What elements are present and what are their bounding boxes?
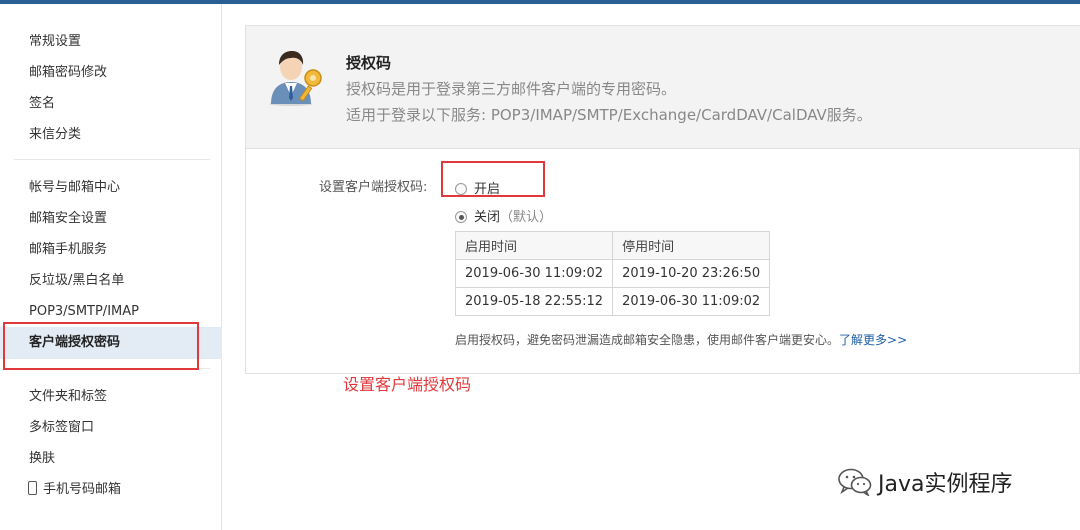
sidebar-item-account-center[interactable]: 帐号与邮箱中心 <box>0 172 222 203</box>
sidebar-item-label: 手机号码邮箱 <box>43 482 122 497</box>
column-disable-time: 停用时间 <box>612 231 771 260</box>
security-tip: 启用授权码，避免密码泄漏造成邮箱安全隐患，使用邮件客户端更安心。了解更多>> <box>455 331 907 348</box>
mobile-phone-icon <box>28 481 37 495</box>
security-tip-text: 启用授权码，避免密码泄漏造成邮箱安全隐患，使用邮件客户端更安心。 <box>455 333 840 347</box>
header-services-note: 适用于登录以下服务: POP3/IMAP/SMTP/Exchange/CardD… <box>346 106 872 124</box>
sidebar-item-mobile-service[interactable]: 邮箱手机服务 <box>0 234 222 265</box>
sidebar-item-mail-rules[interactable]: 来信分类 <box>0 119 222 150</box>
header-description: 授权码是用于登录第三方邮件客户端的专用密码。 <box>346 80 677 98</box>
default-note: （默认） <box>500 210 553 225</box>
settings-sidebar: 常规设置 邮箱密码修改 签名 来信分类 帐号与邮箱中心 邮箱安全设置 邮箱手机服… <box>0 4 222 530</box>
wechat-icon <box>838 468 872 496</box>
column-enable-time: 启用时间 <box>454 231 614 260</box>
disable-time-cell: 2019-06-30 11:09:02 <box>612 287 771 316</box>
user-key-icon <box>269 51 322 106</box>
enable-time-cell: 2019-05-18 22:55:12 <box>454 287 614 316</box>
radio-circle-checked[interactable] <box>455 211 467 223</box>
sidebar-item-multi-tab[interactable]: 多标签窗口 <box>0 412 222 443</box>
page-title: 授权码 <box>346 54 392 72</box>
watermark-text: Java实例程序 <box>878 472 1013 497</box>
sidebar-item-antispam[interactable]: 反垃圾/黑白名单 <box>0 265 222 296</box>
enable-time-cell: 2019-06-30 11:09:02 <box>454 259 614 288</box>
highlight-box-enable <box>441 161 545 197</box>
disable-time-cell: 2019-10-20 23:26:50 <box>612 259 771 288</box>
learn-more-link[interactable]: 了解更多>> <box>839 333 907 347</box>
panel-header: 授权码 授权码是用于登录第三方邮件客户端的专用密码。 适用于登录以下服务: PO… <box>246 26 1080 149</box>
table-row: 2019-06-30 11:09:02 2019-10-20 23:26:50 <box>454 259 771 288</box>
highlight-box-sidebar <box>3 322 199 370</box>
sidebar-divider <box>14 159 210 160</box>
sidebar-item-general[interactable]: 常规设置 <box>0 26 222 57</box>
sidebar-item-skin[interactable]: 换肤 <box>0 443 222 474</box>
sidebar-item-signature[interactable]: 签名 <box>0 88 222 119</box>
sidebar-item-folders-labels[interactable]: 文件夹和标签 <box>0 381 222 412</box>
watermark: Java实例程序 <box>838 466 1012 498</box>
auth-code-setting-label: 设置客户端授权码: <box>319 180 428 195</box>
radio-disable[interactable]: 关闭（默认） <box>455 206 552 225</box>
auth-code-history-table: 启用时间 停用时间 2019-06-30 11:09:02 2019-10-20… <box>454 231 771 316</box>
sidebar-item-phone-mailbox[interactable]: 手机号码邮箱 <box>0 474 222 505</box>
table-row: 2019-05-18 22:55:12 2019-06-30 11:09:02 <box>454 287 771 316</box>
sidebar-item-security[interactable]: 邮箱安全设置 <box>0 203 222 234</box>
sidebar-item-password[interactable]: 邮箱密码修改 <box>0 57 222 88</box>
radio-disable-label: 关闭 <box>474 210 501 225</box>
auth-code-panel: 授权码 授权码是用于登录第三方邮件客户端的专用密码。 适用于登录以下服务: PO… <box>245 25 1080 374</box>
table-header-row: 启用时间 停用时间 <box>454 231 771 260</box>
annotation-caption: 设置客户端授权码 <box>343 375 472 394</box>
